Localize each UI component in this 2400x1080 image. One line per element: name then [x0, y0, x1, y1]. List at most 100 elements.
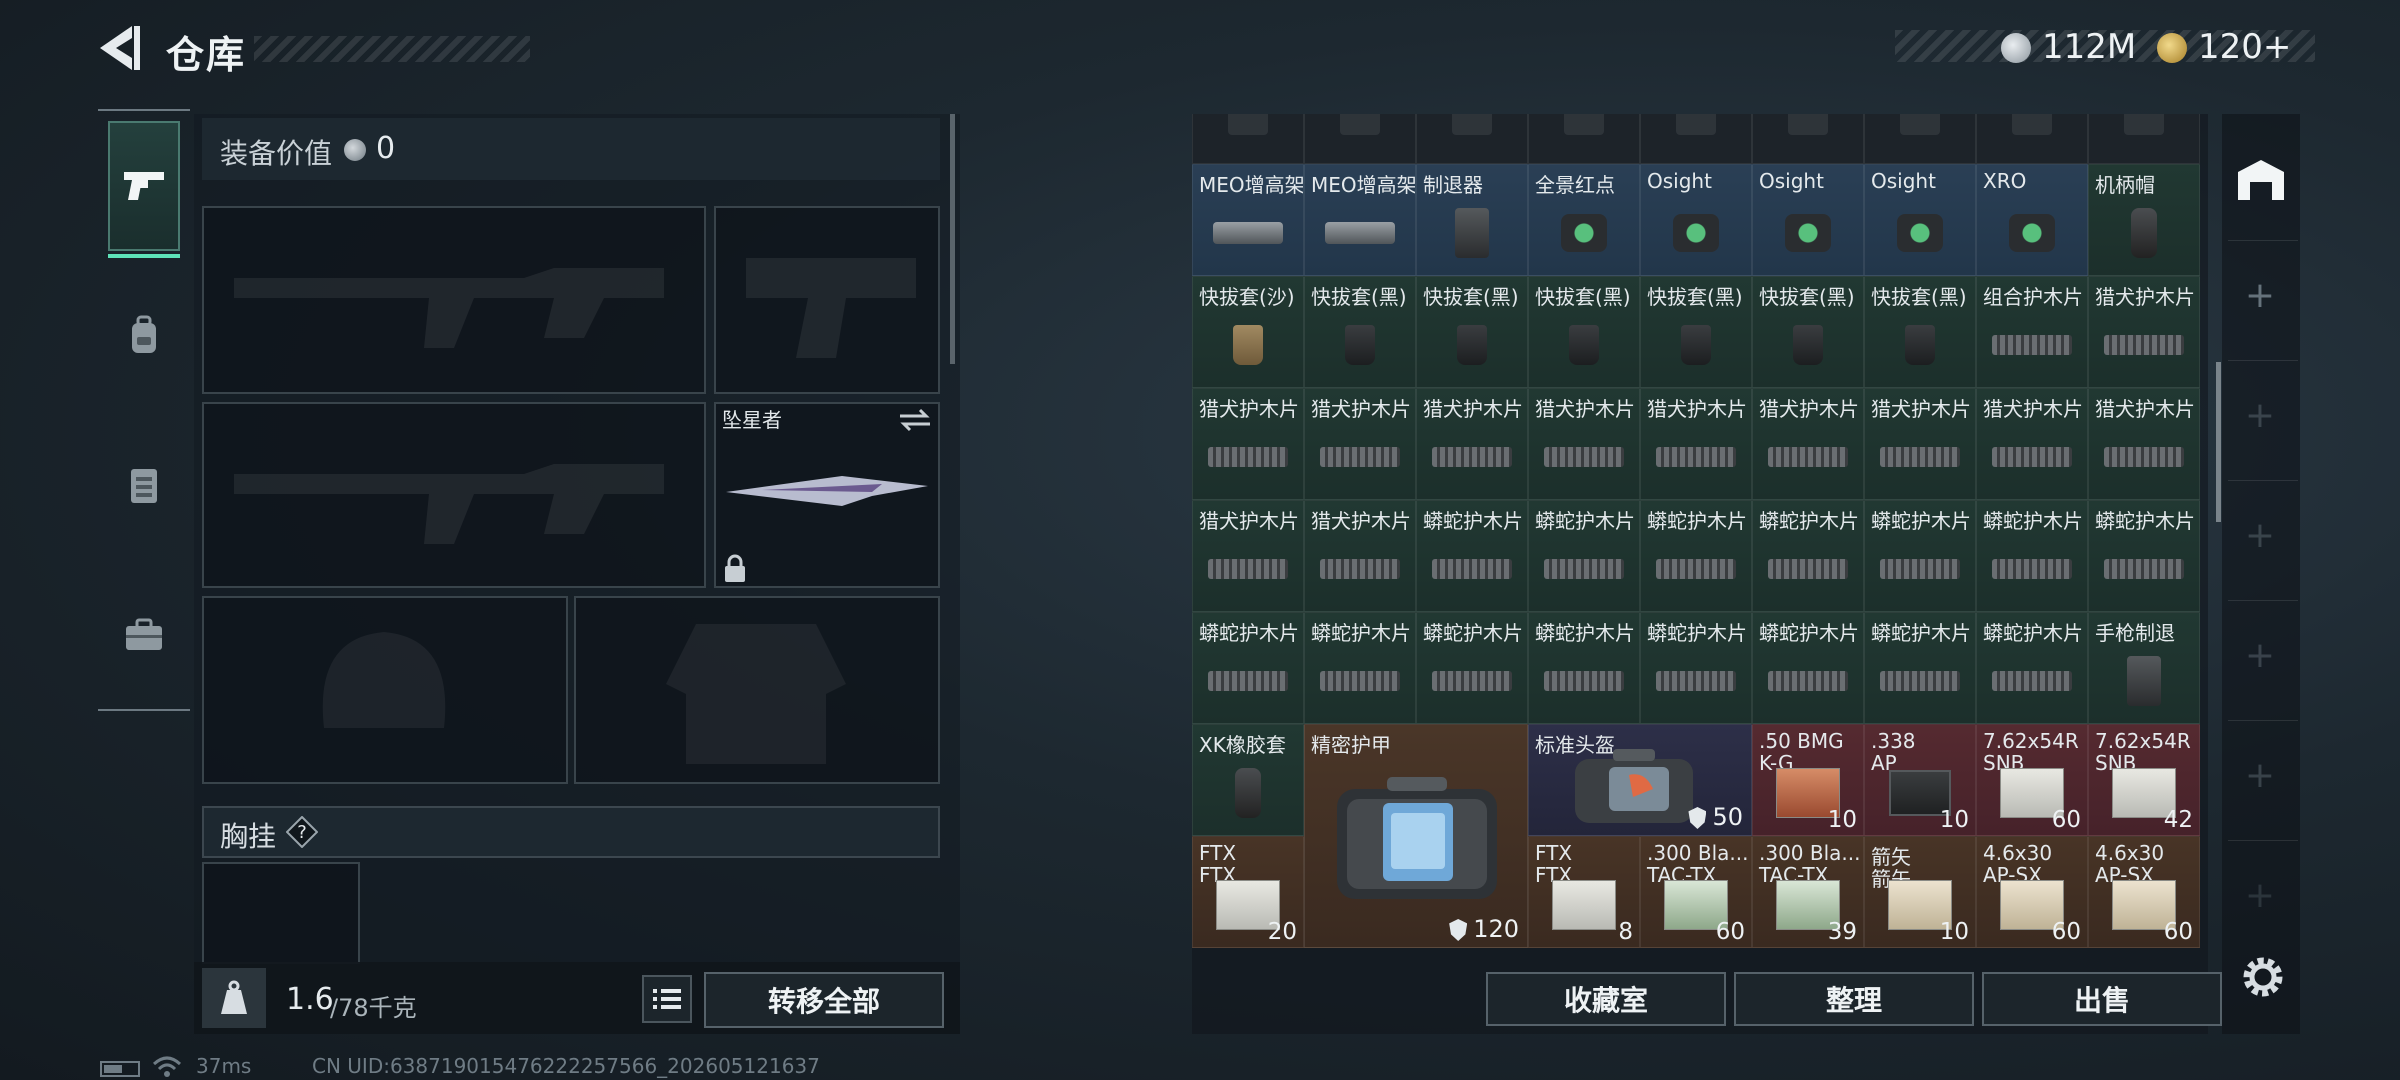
- stash-item-cell[interactable]: 机柄帽: [2088, 164, 2200, 276]
- stash-item-cell[interactable]: 蟒蛇护木片: [1640, 500, 1752, 612]
- tab-weapons[interactable]: [108, 121, 180, 251]
- stash-item-cell[interactable]: 快拔套(黑): [1304, 276, 1416, 388]
- stash-item-cell[interactable]: [1192, 114, 1304, 164]
- stash-item-cell[interactable]: [1528, 114, 1640, 164]
- add-page-icon[interactable]: +: [2240, 516, 2280, 556]
- stash-item-cell[interactable]: [1640, 114, 1752, 164]
- stash-item-cell[interactable]: .300 Bla... TAC-TX 60: [1640, 836, 1752, 948]
- stash-item-cell[interactable]: 蟒蛇护木片: [1304, 612, 1416, 724]
- stash-item-cell[interactable]: MEO增高架: [1304, 164, 1416, 276]
- stash-item-cell[interactable]: 蟒蛇护木片: [1528, 612, 1640, 724]
- stash-item-cell[interactable]: 蟒蛇护木片: [1528, 500, 1640, 612]
- stash-item-cell[interactable]: 猎犬护木片: [1752, 388, 1864, 500]
- tab-chest-rig[interactable]: [108, 420, 180, 550]
- stash-item-cell[interactable]: 蟒蛇护木片: [1864, 612, 1976, 724]
- stash-item-cell[interactable]: 快拔套(黑): [1752, 276, 1864, 388]
- stash-item-cell[interactable]: 全景红点: [1528, 164, 1640, 276]
- sell-button[interactable]: 出售: [1982, 972, 2222, 1026]
- stash-item-cell[interactable]: 快拔套(沙): [1192, 276, 1304, 388]
- stash-item-cell[interactable]: 制退器: [1416, 164, 1528, 276]
- back-arrow-icon[interactable]: [96, 22, 142, 74]
- stash-item-cell[interactable]: 4.6x30 AP-SX 60: [1976, 836, 2088, 948]
- stash-item-cell[interactable]: 蟒蛇护木片: [1864, 500, 1976, 612]
- add-page-icon[interactable]: +: [2240, 396, 2280, 436]
- stash-item-cell[interactable]: 蟒蛇护木片: [1192, 612, 1304, 724]
- stash-item-cell[interactable]: 蟒蛇护木片: [1416, 500, 1528, 612]
- stash-item-cell[interactable]: 猎犬护木片: [1192, 388, 1304, 500]
- stash-item-cell[interactable]: 7.62x54R SNB 60: [1976, 724, 2088, 836]
- tab-safe-box[interactable]: [108, 570, 180, 700]
- stash-item-cell[interactable]: 猎犬护木片: [1864, 388, 1976, 500]
- stash-page-main[interactable]: [2234, 140, 2288, 220]
- stash-item-cell[interactable]: 标准头盔 50: [1528, 724, 1752, 836]
- stash-item-cell[interactable]: .338 AP 10: [1864, 724, 1976, 836]
- help-icon[interactable]: ?: [286, 816, 318, 848]
- stash-item-cell[interactable]: 猎犬护木片: [2088, 276, 2200, 388]
- stash-item-cell[interactable]: .300 Bla... TAC-TX 39: [1752, 836, 1864, 948]
- add-page-icon[interactable]: +: [2240, 276, 2280, 316]
- chest-rig-slot[interactable]: [202, 862, 360, 964]
- armor-slot[interactable]: [574, 596, 940, 784]
- stash-item-cell[interactable]: Osight: [1752, 164, 1864, 276]
- tab-backpack[interactable]: [108, 270, 180, 400]
- list-view-button[interactable]: [642, 975, 692, 1023]
- stash-item-cell[interactable]: 手枪制退: [2088, 612, 2200, 724]
- stash-item-cell[interactable]: 快拔套(黑): [1640, 276, 1752, 388]
- stash-item-cell[interactable]: 猎犬护木片: [1976, 388, 2088, 500]
- add-page-icon[interactable]: +: [2240, 756, 2280, 796]
- stash-item-cell[interactable]: 蟒蛇护木片: [1416, 612, 1528, 724]
- stash-item-cell[interactable]: 箭矢 箭矢 10: [1864, 836, 1976, 948]
- scrollbar[interactable]: [950, 114, 955, 364]
- stash-item-cell[interactable]: 7.62x54R SNB 42: [2088, 724, 2200, 836]
- stash-item-cell[interactable]: 蟒蛇护木片: [1976, 500, 2088, 612]
- stash-item-cell[interactable]: 猎犬护木片: [1304, 388, 1416, 500]
- sort-button[interactable]: 整理: [1734, 972, 1974, 1026]
- stash-item-cell[interactable]: 蟒蛇护木片: [2088, 500, 2200, 612]
- stash-item-cell[interactable]: [1864, 114, 1976, 164]
- stash-item-cell[interactable]: 猎犬护木片: [1192, 500, 1304, 612]
- stash-item-cell[interactable]: [1752, 114, 1864, 164]
- primary-weapon-slot-1[interactable]: [202, 206, 706, 394]
- stash-item-cell[interactable]: 蟒蛇护木片: [1752, 612, 1864, 724]
- stash-item-cell[interactable]: Osight: [1640, 164, 1752, 276]
- stash-item-cell[interactable]: 快拔套(黑): [1864, 276, 1976, 388]
- stash-item-cell[interactable]: 猎犬护木片: [2088, 388, 2200, 500]
- stash-item-cell[interactable]: 组合护木片: [1976, 276, 2088, 388]
- swap-icon[interactable]: [898, 408, 932, 432]
- item-name: 猎犬护木片: [1871, 397, 1971, 421]
- gold-currency-value[interactable]: 120+: [2198, 27, 2291, 67]
- add-page-icon[interactable]: +: [2240, 636, 2280, 676]
- stash-item-cell[interactable]: 猎犬护木片: [1304, 500, 1416, 612]
- stash-item-cell[interactable]: [1976, 114, 2088, 164]
- stash-item-cell[interactable]: MEO增高架: [1192, 164, 1304, 276]
- stash-item-cell[interactable]: XK橡胶套: [1192, 724, 1304, 836]
- favorites-button[interactable]: 收藏室: [1486, 972, 1726, 1026]
- muzzle-brake-icon: [2127, 656, 2161, 707]
- stash-item-cell[interactable]: [1304, 114, 1416, 164]
- primary-weapon-slot-2[interactable]: [202, 402, 706, 588]
- settings-gear-icon[interactable]: [2238, 952, 2288, 1002]
- stash-item-cell[interactable]: [2088, 114, 2200, 164]
- stash-scrollbar[interactable]: [2216, 362, 2221, 522]
- stash-item-cell[interactable]: XRO: [1976, 164, 2088, 276]
- stash-item-cell[interactable]: 猎犬护木片: [1528, 388, 1640, 500]
- stash-item-cell[interactable]: 快拔套(黑): [1416, 276, 1528, 388]
- helmet-slot[interactable]: [202, 596, 568, 784]
- stash-item-cell[interactable]: 蟒蛇护木片: [1752, 500, 1864, 612]
- pistol-slot[interactable]: [714, 206, 940, 394]
- add-page-icon[interactable]: +: [2240, 876, 2280, 916]
- item-name: 猎犬护木片: [2095, 397, 2195, 421]
- stash-item-cell[interactable]: FTX FTX 8: [1528, 836, 1640, 948]
- stash-item-cell[interactable]: Osight: [1864, 164, 1976, 276]
- stash-item-cell[interactable]: 精密护甲 120: [1304, 724, 1528, 948]
- stash-item-cell[interactable]: .50 BMG K-G 10: [1752, 724, 1864, 836]
- stash-item-cell[interactable]: 蟒蛇护木片: [1976, 612, 2088, 724]
- transfer-all-button[interactable]: 转移全部: [704, 972, 944, 1028]
- stash-item-cell[interactable]: FTX FTX 20: [1192, 836, 1304, 948]
- stash-item-cell[interactable]: 快拔套(黑): [1528, 276, 1640, 388]
- stash-item-cell[interactable]: 4.6x30 AP-SX 60: [2088, 836, 2200, 948]
- stash-item-cell[interactable]: 猎犬护木片: [1640, 388, 1752, 500]
- stash-item-cell[interactable]: [1416, 114, 1528, 164]
- stash-item-cell[interactable]: 蟒蛇护木片: [1640, 612, 1752, 724]
- stash-item-cell[interactable]: 猎犬护木片: [1416, 388, 1528, 500]
